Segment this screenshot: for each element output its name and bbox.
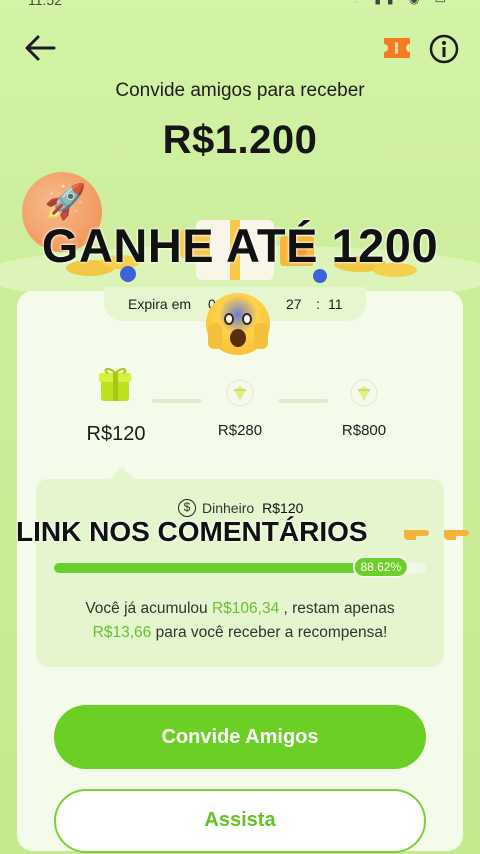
- status-icons: ◔ ▮▮ ◉ ▭: [352, 0, 452, 6]
- progress-percent-badge: 88.62%: [352, 556, 410, 578]
- milestone-label: R$280: [217, 422, 263, 439]
- gift-gem-icon: [225, 378, 255, 408]
- promo-headline: GANHE ATÉ 1200: [41, 219, 439, 272]
- milestone-connector: [278, 399, 328, 403]
- progress-panel: $ Dinheiro R$120 88.62% Você já acumulou…: [36, 479, 444, 667]
- remaining-amount: R$13,66: [92, 624, 152, 641]
- milestone-item[interactable]: R$800: [332, 378, 396, 439]
- pointing-right-icon: [444, 530, 469, 540]
- milestone-item[interactable]: R$120: [76, 365, 156, 446]
- reward-amount: R$1.200: [162, 118, 318, 162]
- status-time: 11:52: [28, 0, 62, 8]
- page-title: Convide amigos para receber: [115, 80, 365, 101]
- rocket-icon: 🚀: [44, 183, 87, 221]
- timer-seconds: 11: [328, 296, 343, 312]
- pointing-right-icon: [404, 530, 429, 540]
- watch-button[interactable]: Assista: [54, 789, 426, 853]
- info-icon[interactable]: [429, 34, 459, 64]
- link-banner-text: LINK NOS COMENTÁRIOS: [16, 516, 368, 547]
- invite-friends-button[interactable]: Convide Amigos: [54, 705, 426, 769]
- milestone-item[interactable]: R$280: [208, 378, 272, 439]
- arrow-left-icon: [25, 35, 56, 61]
- link-banner: LINK NOS COMENTÁRIOS: [0, 514, 480, 554]
- timer-separator: :: [316, 296, 320, 312]
- gift-gem-icon: [349, 378, 379, 408]
- timer-minutes: 27: [286, 296, 302, 312]
- progress-fill: [54, 563, 384, 573]
- progress-bar: 88.62%: [54, 556, 426, 578]
- shocked-face-emoji: [206, 293, 270, 355]
- milestone-label: R$120: [86, 423, 146, 445]
- milestone-connector: [152, 399, 202, 403]
- expire-label: Expira em: [128, 296, 192, 312]
- progress-summary: Você já acumulou R$106,34 , restam apena…: [46, 597, 434, 645]
- status-bar: 11:52 ◔ ▮▮ ◉ ▭: [0, 0, 480, 10]
- back-button[interactable]: [22, 32, 58, 64]
- ticket-icon[interactable]: [382, 35, 412, 61]
- gift-box-icon: [96, 365, 136, 405]
- accumulated-amount: R$106,34: [211, 600, 280, 617]
- summary-text: para você receber a recompensa!: [151, 624, 388, 641]
- milestone-label: R$800: [341, 422, 387, 439]
- summary-text: , restam apenas: [279, 600, 395, 617]
- summary-text: Você já acumulou: [85, 600, 212, 617]
